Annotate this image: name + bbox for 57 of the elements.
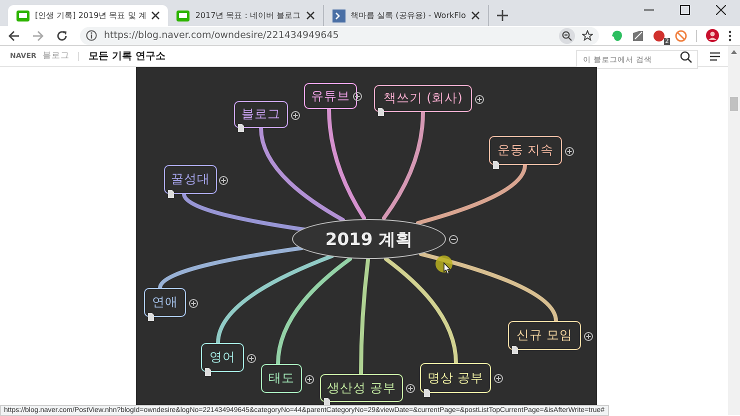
close-icon[interactable] <box>306 11 315 20</box>
topic-node[interactable]: 블로그 <box>234 101 288 128</box>
expand-icon[interactable] <box>305 374 314 384</box>
close-icon[interactable] <box>151 11 160 20</box>
browser-tab[interactable]: 2017년 목표 : 네이버 블로그 <box>168 5 324 26</box>
tab-title: [인생 기록] 2019년 목표 및 계 <box>35 10 146 21</box>
browser-tab[interactable]: 책마름 실록 (공유용) - WorkFlo <box>324 5 489 26</box>
blog-title[interactable]: 모든 기록 연구소 <box>88 49 166 63</box>
topic-node[interactable]: 태도 <box>261 364 302 393</box>
scrollbar[interactable] <box>728 46 740 415</box>
tab-title: 2017년 목표 : 네이버 블로그 <box>195 10 301 21</box>
expand-icon[interactable] <box>406 384 415 393</box>
topic-node[interactable]: 책쓰기 (회사) <box>374 85 472 112</box>
topic-node[interactable]: 명상 공부 <box>420 363 491 393</box>
extension-icon[interactable] <box>653 30 666 42</box>
reload-icon[interactable] <box>56 30 68 42</box>
topic-node[interactable]: 유튜브 <box>304 83 357 109</box>
expand-icon[interactable] <box>475 94 484 104</box>
close-icon[interactable] <box>470 11 480 20</box>
slash-extension-icon[interactable] <box>675 30 687 42</box>
blog-favicon-icon <box>16 8 30 22</box>
scrollbar-thumb[interactable] <box>730 97 738 111</box>
star-icon[interactable] <box>582 30 593 41</box>
browser-tab[interactable]: [인생 기록] 2019년 목표 및 계 <box>8 5 168 26</box>
menu-icon[interactable] <box>710 52 720 60</box>
expand-icon[interactable] <box>219 176 228 184</box>
topic-node[interactable]: 신규 모임 <box>508 321 581 350</box>
close-icon[interactable] <box>716 5 726 15</box>
topic-node[interactable]: 꿀성대 <box>164 165 217 194</box>
zoom-button[interactable] <box>559 28 575 44</box>
expand-icon[interactable] <box>189 298 198 308</box>
profile-avatar-icon[interactable] <box>706 29 719 42</box>
new-tab-icon[interactable] <box>496 10 508 21</box>
info-icon <box>86 30 97 41</box>
note-extension-icon[interactable] <box>632 30 644 42</box>
scroll-up-icon[interactable] <box>731 50 737 54</box>
topic-node[interactable]: 연애 <box>144 288 186 317</box>
central-topic[interactable]: 2019 계획 <box>292 219 446 259</box>
magnifier-icon <box>562 30 572 40</box>
blog-favicon-icon <box>176 8 190 22</box>
expand-icon[interactable] <box>291 110 300 120</box>
expand-icon[interactable] <box>584 332 593 340</box>
workflowy-favicon-icon <box>332 8 346 22</box>
expand-icon[interactable] <box>353 92 362 101</box>
expand-icon[interactable] <box>494 374 503 383</box>
topic-node[interactable]: 운동 지속 <box>489 136 562 165</box>
search-icon[interactable] <box>680 50 692 62</box>
maximize-icon[interactable] <box>680 5 690 15</box>
menu-icon[interactable] <box>728 30 732 42</box>
back-icon[interactable] <box>8 30 20 42</box>
topic-node[interactable]: 생산성 공부 <box>320 374 403 402</box>
expand-icon[interactable] <box>565 146 574 156</box>
expand-icon[interactable] <box>247 354 256 362</box>
address-field[interactable]: https://blog.naver.com/owndesire/221434949645 <box>80 26 599 44</box>
collapse-icon[interactable] <box>449 235 458 244</box>
topic-node[interactable]: 영어 <box>201 343 244 372</box>
tab-title: 책마름 실록 (공유용) - WorkFlo <box>350 10 466 21</box>
